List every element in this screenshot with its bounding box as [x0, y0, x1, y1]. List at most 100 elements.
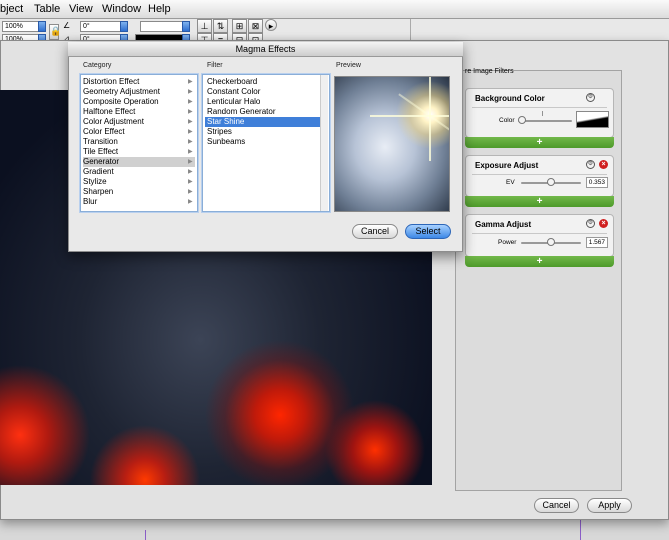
category-item[interactable]: Geometry Adjustment ▶ — [83, 87, 195, 97]
chevron-right-icon: ▶ — [188, 109, 193, 115]
chevron-right-icon: ▶ — [188, 119, 193, 125]
panel-heading: re Image Filters — [465, 68, 514, 75]
stroke-field[interactable] — [140, 21, 188, 32]
filter-list-scrollbar[interactable] — [320, 75, 328, 211]
sheet-title: Magma Effects — [68, 42, 463, 57]
category-label: Composite Operation — [83, 97, 159, 106]
filter-card-gamma-adjust: Gamma Adjust ⚙ × Power 1.567 — [465, 214, 614, 257]
slider-tick: | — [542, 111, 544, 117]
color-well[interactable] — [576, 111, 609, 128]
power-slider-thumb[interactable] — [547, 238, 555, 246]
chevron-right-icon: ▶ — [188, 139, 193, 145]
category-item[interactable]: Color Effect ▶ — [83, 127, 195, 137]
chevron-right-icon: ▶ — [188, 159, 193, 165]
chevron-right-icon: ▶ — [188, 199, 193, 205]
category-item[interactable]: Stylize ▶ — [83, 177, 195, 187]
ev-value-field[interactable]: 0.353 — [586, 177, 608, 188]
card-title: Exposure Adjust — [475, 161, 539, 170]
flip-icon[interactable]: ⊞ — [232, 19, 247, 33]
category-item[interactable]: Transition ▶ — [83, 137, 195, 147]
rotate-icon[interactable]: ⊠ — [248, 19, 263, 33]
zoom-stepper-1[interactable] — [38, 21, 46, 32]
category-label: Tile Effect — [83, 147, 119, 156]
category-label: Blur — [83, 197, 98, 206]
filter-item[interactable]: Random Generator — [205, 107, 327, 117]
preview-image — [334, 76, 450, 212]
category-label: Gradient — [83, 167, 114, 176]
category-list[interactable]: Distortion Effect ▶ Geometry Adjustment ▶ … — [80, 74, 198, 212]
gear-icon[interactable]: ⚙ — [586, 219, 595, 228]
preview-ray — [429, 77, 431, 116]
category-item[interactable]: Gradient ▶ — [83, 167, 195, 177]
menu-window[interactable]: Window — [102, 3, 141, 15]
chevron-right-icon: ▶ — [188, 99, 193, 105]
gear-icon[interactable]: ⚙ — [586, 93, 595, 102]
add-filter-button[interactable]: + — [465, 256, 614, 267]
add-filter-button[interactable]: + — [465, 137, 614, 148]
chevron-right-icon: ▶ — [188, 79, 193, 85]
category-item[interactable]: Halftone Effect ▶ — [83, 107, 195, 117]
category-item[interactable]: Composite Operation ▶ — [83, 97, 195, 107]
play-icon[interactable]: ▸ — [265, 19, 277, 31]
param-label: Color — [499, 117, 515, 124]
card-title: Gamma Adjust — [475, 220, 532, 229]
category-label: Sharpen — [83, 187, 114, 196]
lock-icon[interactable]: 🔒 — [49, 24, 61, 40]
category-label: Transition — [83, 137, 118, 146]
filter-item[interactable]: Sunbeams — [205, 137, 327, 147]
filter-list[interactable]: Checkerboard Constant Color Lenticular H… — [202, 74, 330, 212]
filter-item[interactable]: Checkerboard — [205, 77, 327, 87]
category-label: Generator — [83, 157, 120, 166]
chevron-right-icon: ▶ — [188, 129, 193, 135]
gear-icon[interactable]: ⚙ — [586, 160, 595, 169]
add-filter-button[interactable]: + — [465, 196, 614, 207]
preview-header: Preview — [336, 62, 361, 69]
category-item[interactable]: Color Adjustment ▶ — [83, 117, 195, 127]
menu-view[interactable]: View — [69, 3, 93, 15]
filter-item[interactable]: Lenticular Halo — [205, 97, 327, 107]
filter-header: Filter — [207, 62, 223, 69]
close-icon[interactable]: × — [599, 160, 608, 169]
divider — [472, 233, 607, 234]
filter-item-selected[interactable]: Star Shine — [205, 117, 327, 127]
cancel-button[interactable]: Cancel — [534, 498, 579, 513]
divider — [472, 107, 607, 108]
filter-item[interactable]: Stripes — [205, 127, 327, 137]
preview-ray — [429, 116, 431, 161]
category-item-selected[interactable]: Generator ▶ — [83, 157, 195, 167]
param-label: Power — [498, 239, 517, 246]
select-button[interactable]: Select — [405, 224, 451, 239]
chevron-right-icon: ▶ — [188, 89, 193, 95]
category-label: Color Adjustment — [83, 117, 144, 126]
menu-bar: bject Table View Window Help — [0, 0, 669, 19]
chevron-right-icon: ▶ — [188, 149, 193, 155]
apply-button[interactable]: Apply — [587, 498, 632, 513]
category-item[interactable]: Distortion Effect ▶ — [83, 77, 195, 87]
category-header: Category — [83, 62, 112, 69]
color-slider-thumb[interactable] — [518, 116, 526, 124]
category-item[interactable]: Blur ▶ — [83, 197, 195, 207]
power-value-field[interactable]: 1.567 — [586, 237, 608, 248]
chevron-right-icon: ▶ — [188, 189, 193, 195]
menu-object[interactable]: bject — [0, 3, 23, 15]
distribute-icon[interactable]: ⇅ — [213, 19, 228, 33]
category-item[interactable]: Sharpen ▶ — [83, 187, 195, 197]
angle-icon: ∠ — [63, 21, 71, 30]
chevron-right-icon: ▶ — [188, 179, 193, 185]
stroke-stepper[interactable] — [182, 21, 190, 32]
sheet-cancel-button[interactable]: Cancel — [352, 224, 398, 239]
filter-card-background-color: Background Color ⚙ Color | — [465, 88, 614, 138]
chevron-right-icon: ▶ — [188, 169, 193, 175]
card-title: Background Color — [475, 94, 545, 103]
filter-item[interactable]: Constant Color — [205, 87, 327, 97]
category-item[interactable]: Tile Effect ▶ — [83, 147, 195, 157]
category-label: Halftone Effect — [83, 107, 136, 116]
category-label: Stylize — [83, 177, 107, 186]
ev-slider-thumb[interactable] — [547, 178, 555, 186]
align-icon[interactable]: ⊥ — [197, 19, 212, 33]
menu-table[interactable]: Table — [34, 3, 60, 15]
angle-stepper-1[interactable] — [120, 21, 128, 32]
color-slider-track[interactable] — [518, 120, 572, 122]
close-icon[interactable]: × — [599, 219, 608, 228]
menu-help[interactable]: Help — [148, 3, 171, 15]
